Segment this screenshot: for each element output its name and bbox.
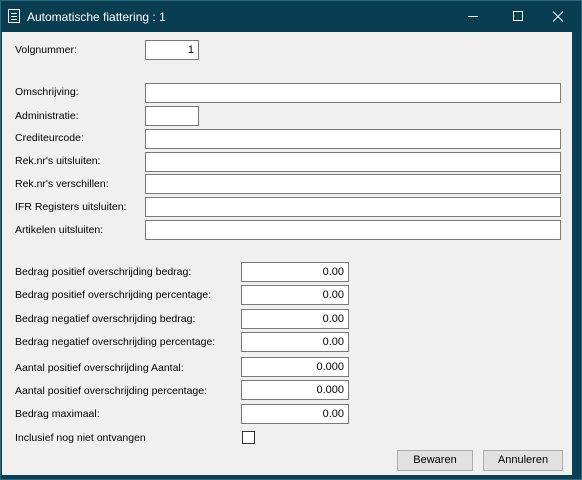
minimize-button[interactable]: [450, 1, 496, 32]
maximize-icon: [513, 11, 523, 21]
bedrag-maximaal-field[interactable]: 0.00: [241, 404, 349, 424]
artikelen-field[interactable]: [145, 220, 561, 240]
inclusief-checkbox[interactable]: [242, 431, 255, 444]
ifr-registers-field[interactable]: [145, 197, 561, 217]
reknr-uitsluiten-field[interactable]: [145, 152, 561, 172]
reknr-verschillen-field[interactable]: [145, 174, 561, 194]
bedrag-neg-perc-field[interactable]: 0.00: [241, 332, 349, 352]
aantal-pos-aantal-label: Aantal positief overschrijding Aantal:: [15, 362, 184, 374]
window-title: Automatische fiattering : 1: [27, 10, 166, 24]
administratie-field[interactable]: [145, 106, 199, 126]
aantal-pos-perc-label: Aantal positief overschrijding percentag…: [15, 385, 208, 397]
title-bar[interactable]: Automatische fiattering : 1: [1, 1, 581, 32]
reknr-uitsluiten-label: Rek.nr's uitsluiten:: [15, 155, 101, 167]
reknr-verschillen-label: Rek.nr's verschillen:: [15, 178, 109, 190]
inclusief-label: Inclusief nog niet ontvangen: [15, 432, 146, 444]
volgnummer-field[interactable]: 1: [145, 40, 199, 60]
bedrag-neg-bedrag-label: Bedrag negatief overschrijding bedrag:: [15, 313, 196, 325]
dialog-window: Automatische fiattering : 1 Volgnummer: …: [0, 0, 582, 480]
artikelen-label: Artikelen uitsluiten:: [15, 224, 104, 236]
bedrag-neg-perc-label: Bedrag negatief overschrijding percentag…: [15, 336, 216, 348]
minimize-icon: [468, 16, 478, 17]
aantal-pos-aantal-field[interactable]: 0.000: [241, 357, 349, 377]
crediteurcode-label: Crediteurcode:: [15, 132, 84, 144]
aantal-pos-perc-field[interactable]: 0.000: [241, 380, 349, 400]
volgnummer-label: Volgnummer:: [15, 44, 77, 56]
save-button[interactable]: Bewaren: [397, 450, 473, 471]
omschrijving-label: Omschrijving:: [15, 86, 79, 98]
administratie-label: Administratie:: [15, 110, 79, 122]
bedrag-pos-bedrag-field[interactable]: 0.00: [241, 262, 349, 282]
omschrijving-field[interactable]: [145, 83, 561, 103]
bedrag-pos-perc-field[interactable]: 0.00: [241, 285, 349, 305]
cancel-button[interactable]: Annuleren: [483, 450, 563, 471]
close-button[interactable]: [535, 1, 581, 32]
bedrag-pos-perc-label: Bedrag positief overschrijding percentag…: [15, 289, 212, 301]
app-form-icon: [8, 9, 20, 23]
crediteurcode-field[interactable]: [145, 129, 561, 149]
bedrag-maximaal-label: Bedrag maximaal:: [15, 408, 100, 420]
ifr-registers-label: IFR Registers uitsluiten:: [15, 201, 127, 213]
bedrag-neg-bedrag-field[interactable]: 0.00: [241, 309, 349, 329]
form-area: Volgnummer: 1 Omschrijving: Administrati…: [2, 32, 572, 475]
bedrag-pos-bedrag-label: Bedrag positief overschrijding bedrag:: [15, 266, 192, 278]
